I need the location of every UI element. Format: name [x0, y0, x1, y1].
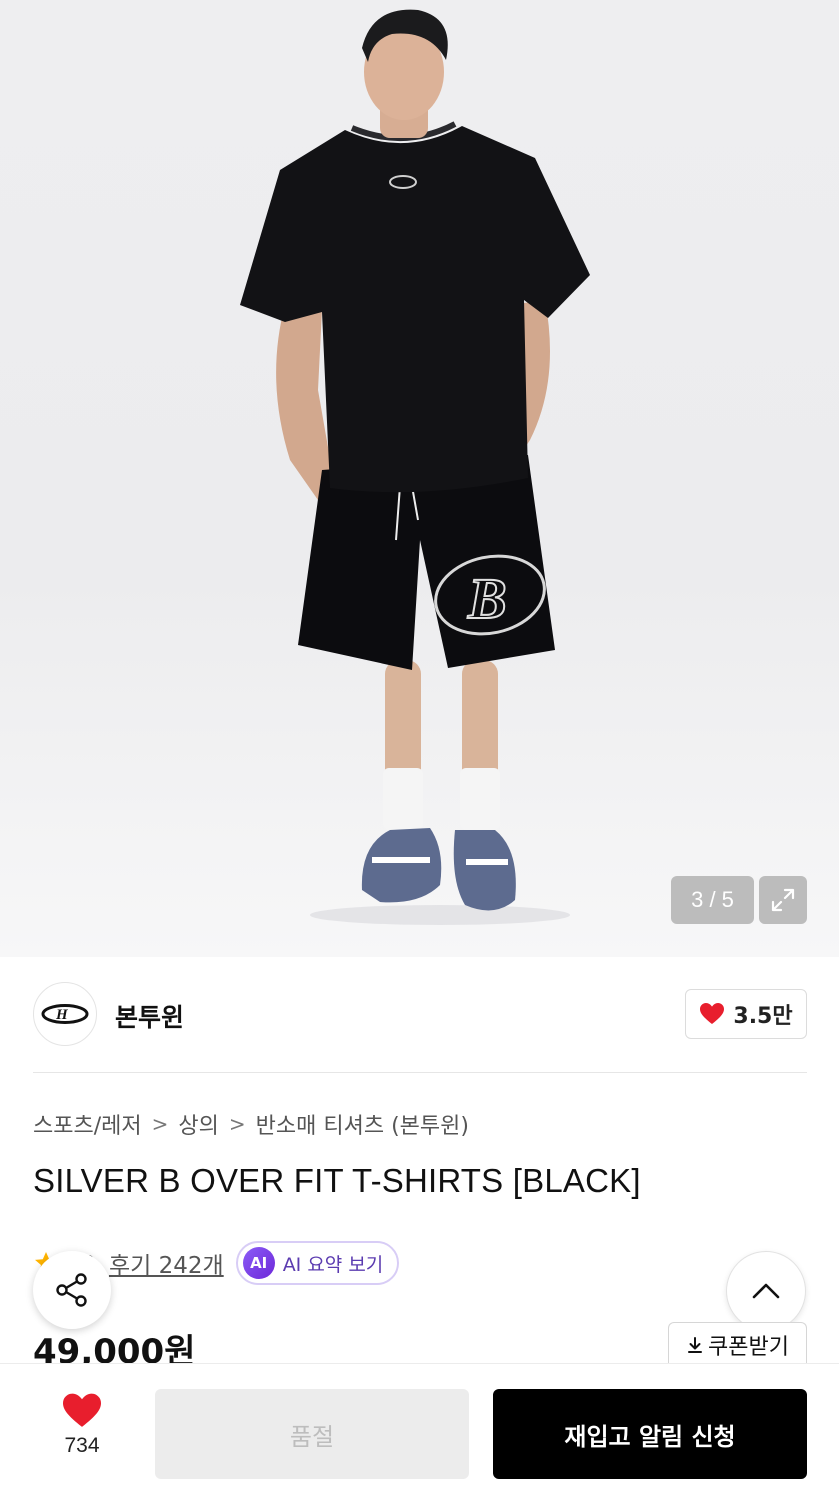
brand-like-count: 3.5만 — [733, 1004, 793, 1029]
wishlist-count: 734 — [64, 1434, 100, 1457]
share-button[interactable] — [33, 1251, 111, 1329]
bottom-action-bar: 734 품절 재입고 알림 신청 — [0, 1364, 839, 1500]
wishlist-button[interactable]: 734 — [40, 1392, 124, 1464]
share-icon — [56, 1273, 87, 1307]
brand-logo[interactable]: H — [33, 982, 97, 1046]
heart-icon — [700, 1003, 725, 1024]
brand-logo-icon: H — [41, 1004, 89, 1024]
brand-row: H 본투윈 3.5만 — [33, 982, 807, 1046]
brand-name[interactable]: 본투윈 — [115, 998, 184, 1034]
heart-icon — [63, 1393, 101, 1427]
review-count-link[interactable]: 후기 242개 — [109, 1246, 224, 1280]
chevron-up-icon — [752, 1283, 780, 1299]
expand-image-button[interactable] — [759, 876, 807, 924]
coupon-label: 쿠폰받기 — [708, 1334, 789, 1360]
scroll-to-top-button[interactable] — [726, 1251, 806, 1331]
breadcrumb-item-type[interactable]: 반소매 티셔츠 (본투윈) — [256, 1108, 469, 1140]
section-divider — [33, 1072, 807, 1073]
download-icon — [688, 1336, 703, 1353]
ai-summary-label: AI 요약 보기 — [282, 1253, 384, 1276]
breadcrumb-item-category[interactable]: 스포츠/레저 — [33, 1108, 142, 1140]
chevron-right-icon: > — [228, 1112, 246, 1136]
image-counter: 3 / 5 — [671, 876, 754, 924]
restock-alert-button[interactable]: 재입고 알림 신청 — [493, 1389, 807, 1479]
product-title: SILVER B OVER FIT T-SHIRTS [BLACK] — [33, 1162, 641, 1199]
svg-text:H: H — [55, 1007, 69, 1023]
coupon-download-button[interactable]: 쿠폰받기 — [668, 1322, 807, 1366]
ai-badge-icon: AI — [242, 1247, 275, 1279]
soldout-button: 품절 — [155, 1389, 469, 1479]
chevron-right-icon: > — [151, 1112, 169, 1136]
breadcrumb: 스포츠/레저 > 상의 > 반소매 티셔츠 (본투윈) — [33, 1108, 469, 1140]
model-photo: B — [240, 9, 590, 925]
breadcrumb-item-subcategory[interactable]: 상의 — [178, 1108, 218, 1140]
svg-text:B: B — [467, 566, 507, 631]
expand-icon — [771, 888, 795, 912]
product-image[interactable]: B 3 / 5 — [0, 0, 839, 957]
ai-summary-button[interactable]: AI AI 요약 보기 — [235, 1241, 400, 1285]
brand-like-button[interactable]: 3.5만 — [685, 989, 807, 1039]
